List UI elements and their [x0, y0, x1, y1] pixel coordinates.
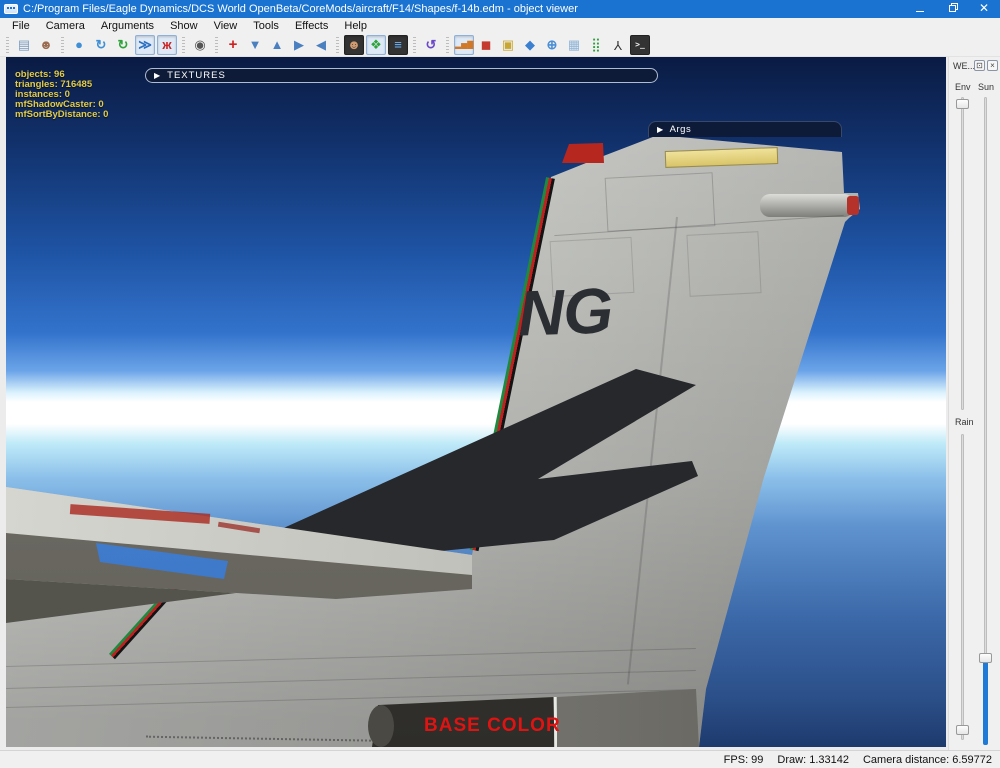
- shapes-icon[interactable]: ❖: [366, 34, 386, 55]
- viewport-frame: objects: 96 triangles: 716485 instances:…: [0, 57, 948, 750]
- step-back-icon[interactable]: ◀: [311, 35, 331, 55]
- args-panel-label: Args: [669, 124, 692, 135]
- fps-value: FPS: 99: [723, 753, 764, 766]
- rotate-ccw-icon[interactable]: ↺: [421, 35, 441, 55]
- window-title: C:/Program Files/Eagle Dynamics/DCS Worl…: [23, 3, 578, 15]
- running-man-icon[interactable]: ж: [157, 34, 177, 55]
- weather-panel-title: WE...: [953, 61, 975, 71]
- restore-button[interactable]: [936, 0, 968, 18]
- weather-panel: WE... ⊡ × Env Sun Rain: [948, 57, 1000, 750]
- panel-close-icon[interactable]: ×: [987, 60, 998, 71]
- camera-distance-value: Camera distance: 6.59772: [862, 753, 992, 766]
- layers-icon[interactable]: ≡: [388, 34, 408, 55]
- gem-icon[interactable]: ◆: [520, 35, 540, 55]
- menu-file[interactable]: File: [4, 20, 38, 32]
- draw-value: Draw: 1.33142: [777, 753, 849, 766]
- person-add-icon[interactable]: ☻: [36, 35, 56, 55]
- status-bar: FPS: 99 Draw: 1.33142 Camera distance: 6…: [0, 750, 1000, 768]
- tripod-icon[interactable]: Y: [608, 35, 628, 55]
- toolbar-grip[interactable]: [182, 36, 185, 53]
- close-button[interactable]: ✕: [968, 0, 1000, 18]
- bar-chart-icon[interactable]: ▂▅▇: [454, 34, 474, 55]
- tail-boom: [760, 194, 854, 217]
- menu-view[interactable]: View: [206, 20, 246, 32]
- f14-model: NG BASE COLOR: [6, 57, 946, 747]
- menu-effects[interactable]: Effects: [287, 20, 336, 32]
- tail-code-decal: NG: [516, 274, 614, 350]
- sun-slider-thumb[interactable]: [979, 653, 992, 663]
- expand-arrow-icon: ▶: [657, 125, 664, 134]
- menu-camera[interactable]: Camera: [38, 20, 93, 32]
- portrait-icon[interactable]: ☻: [344, 34, 364, 55]
- base-color-decal: BASE COLOR: [424, 715, 561, 736]
- grid-icon[interactable]: ▦: [564, 35, 584, 55]
- tripod-glyph: Y: [613, 37, 623, 53]
- box-wireframe-icon[interactable]: ▣: [498, 35, 518, 55]
- camera-icon[interactable]: ◉: [190, 35, 210, 55]
- toolbar-grip[interactable]: [446, 36, 449, 53]
- cone-down-icon[interactable]: ▼: [245, 35, 265, 55]
- textures-panel-header[interactable]: ▶ TEXTURES: [145, 68, 658, 83]
- menu-show[interactable]: Show: [162, 20, 206, 32]
- sun-slider-label: Sun: [978, 82, 995, 92]
- args-panel-header[interactable]: ▶ Args: [648, 121, 842, 137]
- stat-sortbydistance: mfSortByDistance: 0: [15, 109, 109, 120]
- reload-icon[interactable]: ↻: [113, 35, 133, 55]
- menu-help[interactable]: Help: [336, 20, 375, 32]
- dot-grid-icon[interactable]: ⣿: [586, 35, 606, 55]
- app-icon: [4, 4, 18, 14]
- env-slider[interactable]: [961, 97, 964, 410]
- console-icon[interactable]: >_: [630, 34, 650, 55]
- refresh-icon[interactable]: ↻: [91, 35, 111, 55]
- toolbar-grip[interactable]: [413, 36, 416, 53]
- cube-icon[interactable]: ◼: [476, 35, 496, 55]
- sphere-icon[interactable]: ●: [69, 35, 89, 55]
- menu-tools[interactable]: Tools: [245, 20, 287, 32]
- toolbar-grip[interactable]: [215, 36, 218, 53]
- popout-icon[interactable]: ⊡: [974, 60, 985, 71]
- menu-arguments[interactable]: Arguments: [93, 20, 162, 32]
- title-bar: C:/Program Files/Eagle Dynamics/DCS Worl…: [0, 0, 1000, 18]
- rain-slider-thumb[interactable]: [956, 725, 969, 735]
- rain-slider-label: Rain: [955, 417, 974, 427]
- access-panel: [686, 231, 762, 297]
- open-file-icon[interactable]: ▤: [14, 35, 34, 55]
- crosshair-icon[interactable]: +: [223, 35, 243, 55]
- sun-slider-fill: [983, 659, 988, 745]
- playback-icon[interactable]: ≫: [135, 34, 155, 55]
- nozzle-cap: [368, 705, 394, 747]
- textures-panel-label: TEXTURES: [167, 70, 226, 81]
- minimize-icon: [916, 3, 924, 12]
- env-slider-thumb[interactable]: [956, 99, 969, 109]
- cone-up-icon[interactable]: ▲: [267, 35, 287, 55]
- expand-arrow-icon: ▶: [154, 71, 162, 80]
- sun-slider[interactable]: [984, 97, 987, 745]
- restore-icon: [948, 5, 956, 12]
- toolbar-grip[interactable]: [6, 36, 9, 53]
- rain-slider[interactable]: [961, 434, 964, 740]
- toolbar-grip[interactable]: [61, 36, 64, 53]
- render-stats: objects: 96 triangles: 716485 instances:…: [15, 70, 108, 120]
- env-slider-label: Env: [955, 82, 971, 92]
- menu-bar: File Camera Arguments Show View Tools Ef…: [0, 18, 1000, 33]
- axis-sphere-icon[interactable]: ⊕: [542, 35, 562, 55]
- step-forward-icon[interactable]: ▶: [289, 35, 309, 55]
- fin-shading: [6, 135, 860, 747]
- main-area: objects: 96 triangles: 716485 instances:…: [0, 57, 1000, 750]
- toolbar: ▤ ☻ ● ↻ ↻ ≫ ж ◉ + ▼ ▲ ▶ ◀ ☻ ❖ ≡ ↺ ▂▅▇ ◼ …: [0, 33, 1000, 57]
- close-icon: ✕: [978, 1, 990, 15]
- toolbar-grip[interactable]: [336, 36, 339, 53]
- access-panel: [604, 172, 716, 232]
- minimize-button[interactable]: [904, 0, 936, 18]
- viewport-3d[interactable]: objects: 96 triangles: 716485 instances:…: [6, 57, 946, 747]
- tail-light: [847, 196, 859, 215]
